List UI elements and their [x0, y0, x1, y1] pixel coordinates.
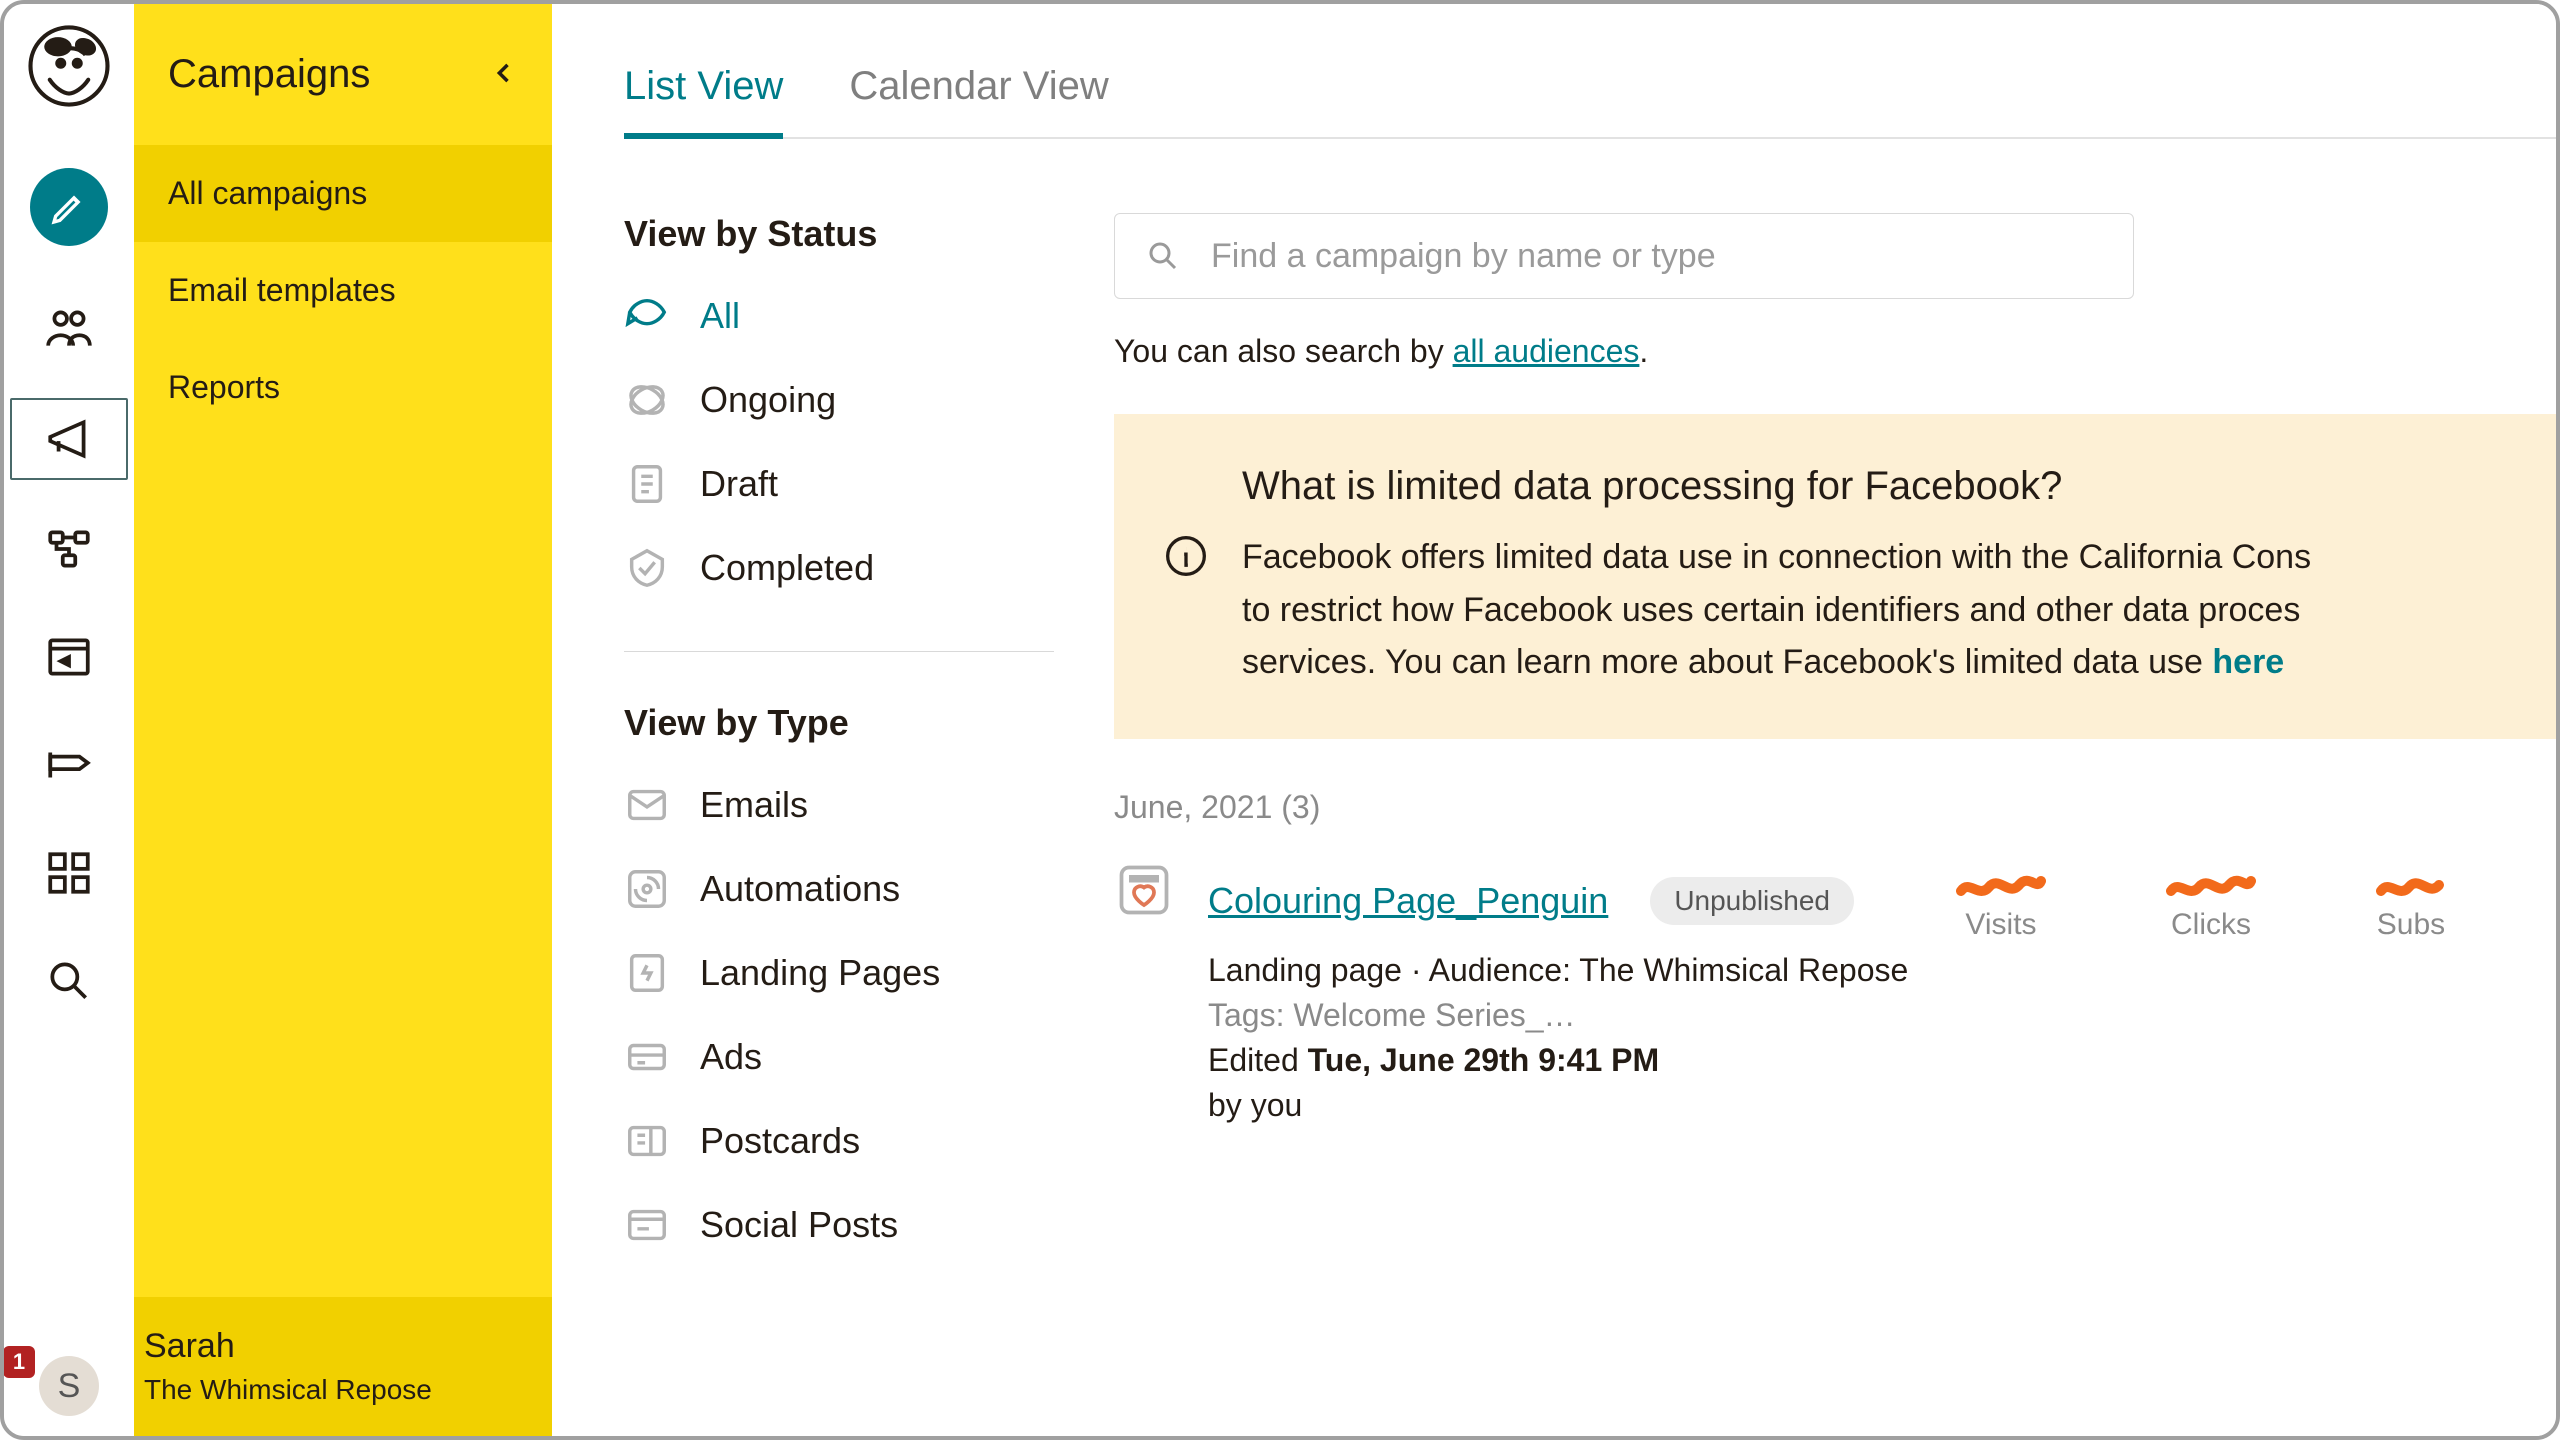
filter-status-draft[interactable]: Draft — [624, 461, 1054, 507]
status-badge: Unpublished — [1650, 877, 1854, 925]
campaign-row: Colouring Page_Penguin Unpublished Visit… — [1114, 860, 2556, 1132]
tab-calendar-view[interactable]: Calendar View — [849, 64, 1108, 137]
notice-body: Facebook offers limited data use in conn… — [1242, 531, 2311, 689]
filter-type-landing-pages[interactable]: Landing Pages — [624, 950, 1054, 996]
filter-label: Automations — [700, 868, 900, 910]
search-hint: You can also search by all audiences. — [1114, 333, 2556, 370]
filter-label: Completed — [700, 547, 874, 589]
info-icon — [1164, 464, 1208, 689]
subnav: Campaigns All campaigns Email templates … — [134, 4, 552, 1436]
list-area: You can also search by all audiences. Wh… — [1114, 213, 2556, 1308]
campaigns-icon[interactable] — [10, 398, 128, 480]
filter-label: Postcards — [700, 1120, 860, 1162]
filter-status-heading: View by Status — [624, 213, 1054, 255]
campaign-by: by you — [1208, 1087, 2556, 1124]
automations-icon[interactable] — [4, 524, 134, 574]
search-input[interactable] — [1209, 236, 2103, 277]
iconbar: 1 S — [4, 4, 134, 1436]
all-audiences-link[interactable]: all audiences — [1453, 333, 1640, 369]
filter-label: Ongoing — [700, 379, 836, 421]
campaign-subtitle: Landing page · Audience: The Whimsical R… — [1208, 952, 2556, 989]
campaign-tags: Tags: Welcome Series_… — [1208, 997, 2556, 1034]
notice: What is limited data processing for Face… — [1114, 414, 2556, 739]
collapse-icon[interactable] — [490, 52, 518, 97]
filter-label: All — [700, 295, 740, 337]
stat-visits: Visits — [1956, 866, 2046, 942]
logo-icon[interactable] — [4, 22, 134, 110]
tabs: List View Calendar View — [624, 4, 2556, 139]
avatar-letter: S — [58, 1367, 81, 1406]
create-icon[interactable] — [4, 168, 134, 246]
stat-subs: Subs — [2376, 866, 2446, 942]
filter-type-ads[interactable]: Ads — [624, 1034, 1054, 1080]
filter-type-social-posts[interactable]: Social Posts — [624, 1202, 1054, 1248]
filter-type-heading: View by Type — [624, 702, 1054, 744]
filter-label: Draft — [700, 463, 778, 505]
user-org: The Whimsical Repose — [144, 1374, 532, 1406]
avatar[interactable]: 1 S — [39, 1356, 99, 1416]
website-icon[interactable] — [4, 632, 134, 682]
subnav-item-all-campaigns[interactable]: All campaigns — [134, 145, 552, 242]
notice-link[interactable]: here — [2212, 643, 2284, 681]
filter-label: Social Posts — [700, 1204, 898, 1246]
search-icon[interactable] — [4, 956, 134, 1006]
filter-label: Landing Pages — [700, 952, 940, 994]
filter-label: Ads — [700, 1036, 762, 1078]
campaign-edited: Edited Tue, June 29th 9:41 PM — [1208, 1042, 2556, 1079]
filter-type-automations[interactable]: Automations — [624, 866, 1054, 912]
month-header: June, 2021 (3) — [1114, 789, 2556, 826]
subnav-title: Campaigns — [168, 52, 370, 97]
subnav-item-reports[interactable]: Reports — [134, 339, 552, 436]
tab-list-view[interactable]: List View — [624, 64, 783, 137]
user-name: Sarah — [144, 1327, 532, 1366]
filters: View by Status All Ongoing Draft — [624, 213, 1054, 1308]
campaign-title[interactable]: Colouring Page_Penguin — [1208, 880, 1608, 922]
campaign-type-icon — [1114, 860, 1174, 920]
content-icon[interactable] — [4, 740, 134, 790]
notice-title: What is limited data processing for Face… — [1242, 464, 2311, 509]
search-box[interactable] — [1114, 213, 2134, 299]
filter-status-all[interactable]: All — [624, 293, 1054, 339]
notification-badge: 1 — [3, 1346, 35, 1378]
integrations-icon[interactable] — [4, 848, 134, 898]
filter-label: Emails — [700, 784, 808, 826]
audience-icon[interactable] — [4, 304, 134, 354]
filter-type-emails[interactable]: Emails — [624, 782, 1054, 828]
subnav-footer[interactable]: Sarah The Whimsical Repose — [134, 1297, 552, 1436]
filter-status-ongoing[interactable]: Ongoing — [624, 377, 1054, 423]
filter-type-postcards[interactable]: Postcards — [624, 1118, 1054, 1164]
main: List View Calendar View View by Status A… — [552, 4, 2556, 1436]
stat-clicks: Clicks — [2166, 866, 2256, 942]
filter-status-completed[interactable]: Completed — [624, 545, 1054, 591]
divider — [624, 651, 1054, 652]
search-icon — [1145, 238, 1181, 274]
subnav-item-email-templates[interactable]: Email templates — [134, 242, 552, 339]
